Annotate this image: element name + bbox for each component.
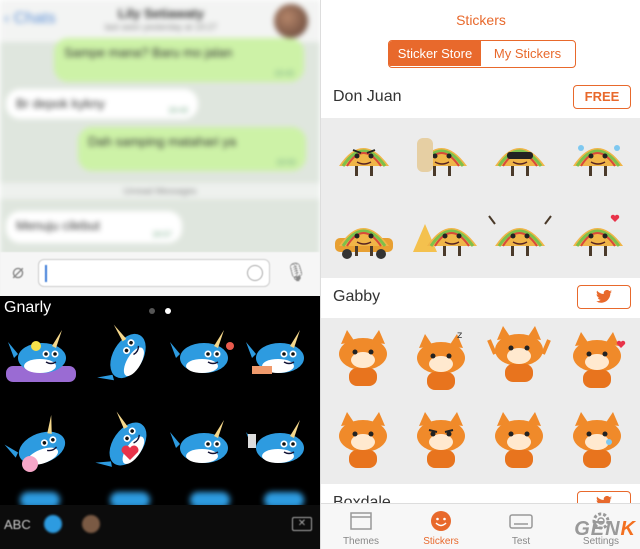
message-time: 19:57 xyxy=(151,230,172,239)
watermark-gen: GEN xyxy=(574,518,621,540)
message-text: Br depok kykny xyxy=(16,96,105,111)
cat-sticker-grid: z xyxy=(321,318,640,484)
narwhal-phone-sticker[interactable] xyxy=(245,419,305,464)
narwhal-bathtub-sticker[interactable] xyxy=(6,329,76,382)
narwhal-standing-sticker[interactable] xyxy=(86,320,154,394)
page-dot-1[interactable] xyxy=(149,308,155,314)
microphone-icon[interactable]: 🎙 xyxy=(284,258,308,286)
sticker-store-screen: Stickers Sticker Store My Stickers Don J… xyxy=(320,0,640,549)
chat-header: ‹ Chats Lily Setiawaty last seen yesterd… xyxy=(0,0,320,42)
themes-icon xyxy=(350,512,372,530)
tab-test[interactable]: Test xyxy=(491,508,551,548)
pack-name: Gabby xyxy=(333,288,381,305)
back-label: Chats xyxy=(13,10,56,27)
narwhal-crab-sticker[interactable] xyxy=(169,329,234,374)
twitter-share-button[interactable] xyxy=(577,285,631,309)
message-text: Menuju cilebut xyxy=(16,218,100,233)
sticker-toggle-icon[interactable] xyxy=(247,265,263,281)
poop-pack-icon[interactable] xyxy=(82,515,100,533)
backspace-icon[interactable]: ✕ xyxy=(292,517,312,531)
message-time: 19:50 xyxy=(275,158,296,167)
tab-stickers[interactable]: Stickers xyxy=(411,508,471,548)
keyboard-icon xyxy=(509,514,533,529)
message-time: 19:43 xyxy=(273,69,294,78)
narwhal-heart-sticker[interactable] xyxy=(84,407,155,482)
watermark-k: K xyxy=(620,518,636,540)
message-bubble: Br depok kykny 19:43 xyxy=(6,89,198,119)
twitter-bird-icon xyxy=(596,289,612,303)
abc-switch-button[interactable]: ABC xyxy=(4,517,31,532)
segment-my-stickers[interactable]: My Stickers xyxy=(481,41,574,66)
pack-header-gabby: Gabby xyxy=(321,280,640,316)
narwhal-pack-icon[interactable] xyxy=(44,515,62,533)
text-caret xyxy=(45,265,47,282)
smiley-icon xyxy=(431,511,451,531)
svg-text:z: z xyxy=(457,330,462,341)
segment-sticker-store[interactable]: Sticker Store xyxy=(389,41,481,66)
unread-divider: Unread Messages xyxy=(0,183,320,199)
message-bubble: Sampe mana? Baru mo jalan 19:43 xyxy=(54,38,304,82)
taco-sticker-grid xyxy=(321,118,640,278)
pack-name: Don Juan xyxy=(333,88,402,105)
contact-avatar[interactable] xyxy=(274,4,308,38)
telegram-screen: ‹ Chats Lily Setiawaty last seen yesterd… xyxy=(0,0,320,549)
genk-watermark: GENK xyxy=(574,518,636,541)
narwhal-sleeping-sticker[interactable] xyxy=(245,329,305,374)
tab-themes[interactable]: Themes xyxy=(331,508,391,548)
message-input-bar: ⌀ 🎙 xyxy=(0,252,320,296)
contact-name: Lily Setiawaty xyxy=(118,6,204,21)
message-input[interactable] xyxy=(38,259,270,287)
sticker-row-partial xyxy=(0,488,320,508)
message-time: 19:43 xyxy=(167,106,188,115)
segmented-control: Sticker Store My Stickers xyxy=(388,40,576,68)
tab-label: Stickers xyxy=(423,536,459,547)
tab-label: Themes xyxy=(342,536,380,547)
message-text: Sampe mana? Baru mo jalan xyxy=(64,45,233,60)
narwhal-donut-sticker[interactable] xyxy=(0,412,71,475)
pack-header-don-juan: Don Juan FREE xyxy=(321,80,640,116)
keyboard-bottom-bar: ABC ✕ xyxy=(0,505,320,549)
free-button[interactable]: FREE xyxy=(573,85,631,109)
screen-title: Stickers xyxy=(456,12,506,28)
page-dot-2-active[interactable] xyxy=(165,308,171,314)
keyboard-pack-title: Gnarly xyxy=(4,299,52,316)
message-bubble: Dah samping matahari ya 19:50 xyxy=(78,127,306,171)
pack-header-boxdale: Boxdale xyxy=(321,486,640,504)
back-button[interactable]: ‹ Chats xyxy=(4,10,56,28)
narwhal-smiling-sticker[interactable] xyxy=(169,419,229,464)
contact-status: last seen yesterday at 19:27 xyxy=(104,22,218,32)
narwhal-sticker-grid xyxy=(0,320,305,482)
attach-paperclip-icon[interactable]: ⌀ xyxy=(6,260,30,284)
tab-label: Test xyxy=(511,536,531,547)
message-bubble: Menuju cilebut 19:57 xyxy=(6,211,182,243)
message-text: Dah samping matahari ya xyxy=(88,134,237,149)
